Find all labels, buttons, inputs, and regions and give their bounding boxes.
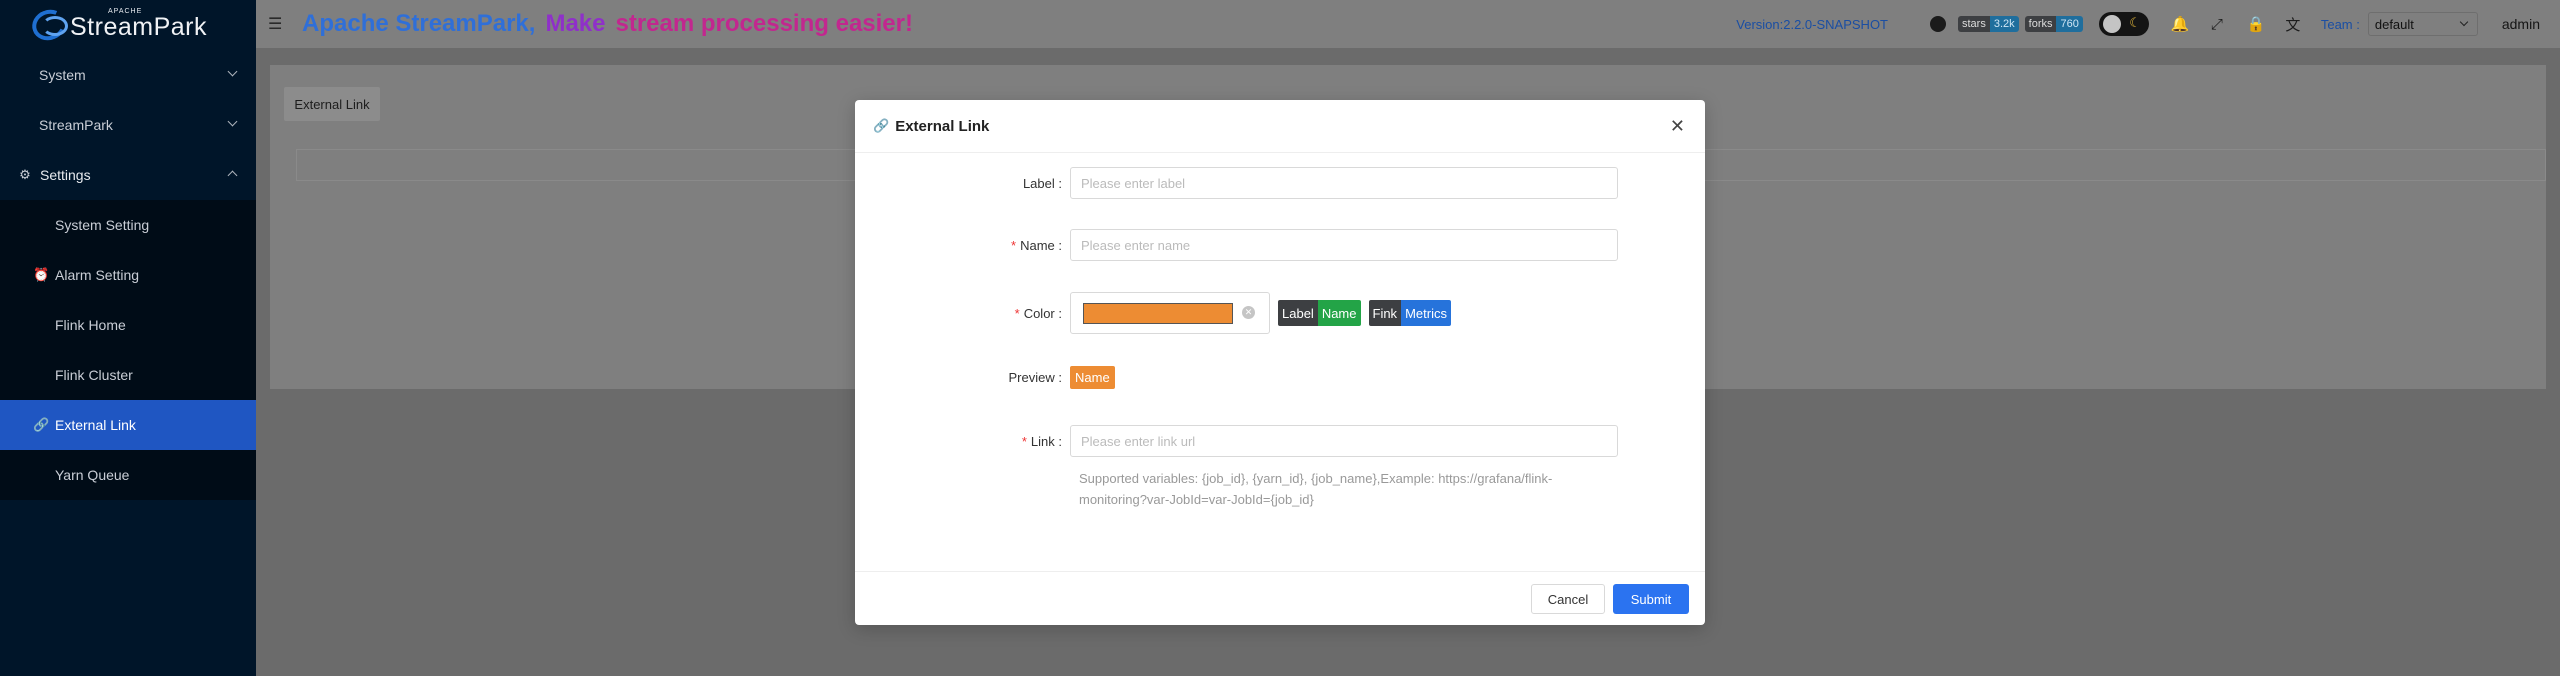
menu-fold-icon[interactable]: ☰ [268,14,282,34]
stars-badge-value: 3.2k [1989,16,2019,32]
name-input[interactable]: Please enter name [1070,229,1618,261]
external-link-modal: 🔗 External Link ✕ Label : Please enter l… [855,100,1705,625]
sidebar: APACHE StreamPark System StreamPark ⚙ Se… [0,0,256,676]
sidebar-item-alarm-setting[interactable]: ⏰ Alarm Setting [0,250,256,300]
preset-tag-fink-metrics[interactable]: Fink Metrics [1368,300,1451,326]
sidebar-item-system-setting[interactable]: System Setting [0,200,256,250]
link-row: * Link : Please enter link url [855,425,1705,457]
link-icon: 🔗 [33,417,50,432]
forks-badge-key: forks [2024,16,2057,32]
sidebar-item-external-link[interactable]: 🔗 External Link [0,400,256,450]
external-link-tab[interactable]: External Link [284,87,380,121]
preview-field-label: Preview : [1008,370,1062,385]
link-input-placeholder: Please enter link url [1081,433,1196,449]
moon-icon: ☾ [2129,15,2141,30]
modal-header: 🔗 External Link ✕ [855,100,1705,153]
chevron-down-icon [227,66,238,77]
color-picker[interactable]: ✕ [1070,292,1270,334]
forks-badge[interactable]: forks 760 [2024,16,2083,32]
clear-icon[interactable]: ✕ [1242,306,1255,319]
forks-badge-value: 760 [2056,16,2083,32]
preview-row: Preview : Name [855,366,1705,389]
chevron-down-icon [227,116,238,127]
slogan-part-3: stream processing easier! [615,10,913,37]
fullscreen-icon[interactable]: ⤢ [2209,16,2225,33]
header-slogan: Apache StreamPark, Make stream processin… [302,10,913,38]
toggle-knob [2102,15,2121,33]
sidebar-item-label: Flink Cluster [55,367,133,383]
sidebar-item-flink-home[interactable]: Flink Home [0,300,256,350]
sidebar-item-label: Alarm Setting [55,267,140,283]
submit-button[interactable]: Submit [1613,584,1689,614]
label-input-placeholder: Please enter label [1081,175,1186,191]
help-line-2: monitoring?var-JobId=var-JobId={job_id} [1079,492,1314,507]
stars-badge[interactable]: stars 3.2k [1958,16,2019,32]
chevron-down-icon [2459,17,2469,27]
version-text: Version:2.2.0-SNAPSHOT [1736,16,1888,32]
top-header: ☰ Apache StreamPark, Make stream process… [256,0,2560,48]
color-row: * Color : ✕ Label Name Fink Metrics [855,292,1705,334]
sidebar-item-label: Settings [40,167,91,183]
modal-title: External Link [895,117,990,135]
bell-icon[interactable]: 🔔 [2171,15,2190,33]
sidebar-menu: System StreamPark ⚙ Settings System Sett… [0,50,256,500]
color-field-label: * Color : [1014,305,1062,321]
tag-left: Fink [1368,300,1402,326]
chevron-up-icon [227,170,238,181]
sidebar-item-label: External Link [55,417,136,433]
logo[interactable]: APACHE StreamPark [0,0,256,48]
logo-text: StreamPark [70,13,207,41]
link-help-text: Supported variables: {job_id}, {yarn_id}… [1079,468,1599,510]
tag-left: Label [1278,300,1318,326]
streampark-logo-icon [27,4,71,45]
sidebar-item-flink-cluster[interactable]: Flink Cluster [0,350,256,400]
sidebar-item-label: System Setting [55,217,150,233]
modal-footer: Cancel Submit [855,571,1705,625]
sidebar-item-label: StreamPark [39,117,113,133]
label-row: Label : Please enter label [855,167,1705,199]
sidebar-item-streampark[interactable]: StreamPark [0,100,256,150]
label-field-label: Label : [1022,175,1062,191]
tag-right: Name [1317,300,1361,326]
user-menu[interactable]: admin [2502,16,2540,32]
slogan-part-2: Make [545,10,606,37]
color-swatch[interactable] [1083,303,1233,324]
preset-tag-label-name[interactable]: Label Name [1278,300,1361,326]
sidebar-item-system[interactable]: System [0,50,256,100]
link-icon: 🔗 [873,118,890,133]
lock-icon[interactable]: 🔒 [2247,15,2266,33]
team-select-value: default [2374,16,2414,32]
link-input[interactable]: Please enter link url [1070,425,1618,457]
sidebar-item-settings[interactable]: ⚙ Settings [0,150,256,200]
header-right: Version:2.2.0-SNAPSHOT stars 3.2k forks … [1736,0,2560,48]
label-input[interactable]: Please enter label [1070,167,1618,199]
name-input-placeholder: Please enter name [1081,237,1191,253]
name-field-label: * Name : [1011,237,1062,253]
translate-icon[interactable]: 文 [2285,14,2301,35]
name-row: * Name : Please enter name [855,229,1705,261]
dark-mode-toggle[interactable]: ☾ [2098,12,2149,36]
link-field-label: * Link : [1021,433,1062,449]
team-select[interactable]: default [2367,12,2478,36]
cancel-button[interactable]: Cancel [1531,584,1605,614]
team-label: Team : [2320,16,2360,32]
sidebar-item-label: Yarn Queue [55,467,130,483]
gear-icon: ⚙ [19,167,31,182]
help-line-1: Supported variables: {job_id}, {yarn_id}… [1079,471,1553,486]
preview-badge: Name [1070,366,1115,389]
sidebar-item-yarn-queue[interactable]: Yarn Queue [0,450,256,500]
sidebar-item-label: Flink Home [55,317,126,333]
close-icon[interactable]: ✕ [1670,116,1685,137]
sidebar-item-label: System [39,67,86,83]
tag-right: Metrics [1401,300,1451,326]
github-icon[interactable] [1930,16,1946,32]
slogan-part-1: Apache StreamPark, [302,10,536,37]
alarm-icon: ⏰ [33,267,50,282]
stars-badge-key: stars [1958,16,1990,32]
